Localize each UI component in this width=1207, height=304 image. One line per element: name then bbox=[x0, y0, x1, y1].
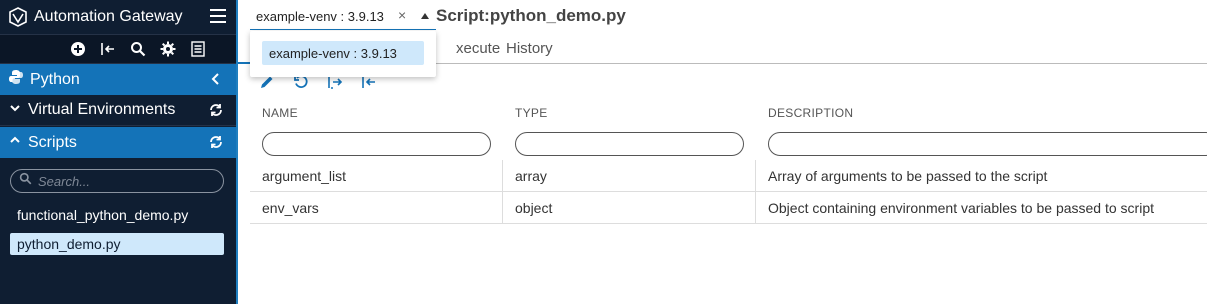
tab-execute[interactable]: xecute bbox=[456, 40, 500, 57]
script-list-item[interactable]: functional_python_demo.py bbox=[10, 204, 224, 226]
section-label-python: Python bbox=[30, 70, 80, 88]
sidebar-section-python[interactable]: Python bbox=[0, 64, 236, 95]
description-filter-input[interactable] bbox=[768, 132, 1207, 156]
cell-name: argument_list bbox=[262, 168, 347, 184]
column-header-name: NAME bbox=[262, 106, 298, 120]
env-option[interactable]: example-venv : 3.9.13 bbox=[262, 41, 424, 65]
logout-icon[interactable] bbox=[100, 41, 116, 57]
column-divider bbox=[502, 192, 503, 224]
env-select[interactable]: example-venv : 3.9.13 × bbox=[250, 4, 436, 30]
tab-history[interactable]: History bbox=[506, 40, 553, 57]
gear-icon[interactable] bbox=[160, 41, 176, 57]
search-icon[interactable] bbox=[130, 41, 146, 57]
column-divider bbox=[755, 160, 756, 192]
script-search[interactable] bbox=[10, 169, 224, 193]
cell-type: object bbox=[515, 200, 553, 216]
cell-description: Object containing environment variables … bbox=[768, 200, 1154, 216]
table-row[interactable]: argument_list array Array of arguments t… bbox=[250, 160, 1207, 192]
cell-description: Array of arguments to be passed to the s… bbox=[768, 168, 1048, 184]
app-title: Automation Gateway bbox=[34, 8, 183, 25]
column-header-description: DESCRIPTION bbox=[768, 106, 854, 120]
python-icon bbox=[8, 69, 24, 90]
caret-up-icon[interactable] bbox=[421, 13, 429, 19]
column-header-type: TYPE bbox=[515, 106, 548, 120]
refresh-icon[interactable] bbox=[208, 134, 224, 150]
env-select-value: example-venv : 3.9.13 bbox=[256, 9, 384, 24]
cell-type: array bbox=[515, 168, 547, 184]
search-icon bbox=[19, 172, 32, 190]
env-select-dropdown: example-venv : 3.9.13 bbox=[250, 31, 436, 77]
cell-name: env_vars bbox=[262, 200, 319, 216]
clear-icon[interactable]: × bbox=[398, 7, 406, 23]
chevron-down-icon bbox=[8, 101, 22, 120]
column-divider bbox=[502, 160, 503, 192]
column-divider bbox=[755, 192, 756, 224]
name-filter-input[interactable] bbox=[262, 132, 491, 156]
sidebar: Automation Gateway Python Virtual Enviro… bbox=[0, 0, 236, 304]
sidebar-toolbar bbox=[0, 34, 236, 64]
table-row[interactable]: env_vars object Object containing enviro… bbox=[250, 192, 1207, 224]
section-label-scripts: Scripts bbox=[28, 133, 77, 151]
add-icon[interactable] bbox=[70, 41, 86, 57]
brand-bar: Automation Gateway bbox=[0, 0, 236, 34]
chevron-left-icon[interactable] bbox=[208, 71, 224, 87]
page-title: Script:python_demo.py bbox=[436, 6, 626, 25]
sidebar-section-scripts[interactable]: Scripts bbox=[0, 127, 236, 158]
refresh-icon[interactable] bbox=[208, 102, 224, 118]
list-icon[interactable] bbox=[190, 41, 206, 57]
script-list-item-selected[interactable]: python_demo.py bbox=[10, 233, 224, 255]
type-filter-input[interactable] bbox=[515, 132, 744, 156]
sidebar-section-virtual-environments[interactable]: Virtual Environments bbox=[0, 95, 236, 126]
section-label-virtual-environments: Virtual Environments bbox=[28, 101, 176, 118]
chevron-up-icon bbox=[8, 133, 22, 152]
automation-gateway-logo-icon bbox=[8, 7, 28, 27]
hamburger-icon[interactable] bbox=[210, 9, 226, 23]
search-input[interactable] bbox=[38, 173, 208, 189]
